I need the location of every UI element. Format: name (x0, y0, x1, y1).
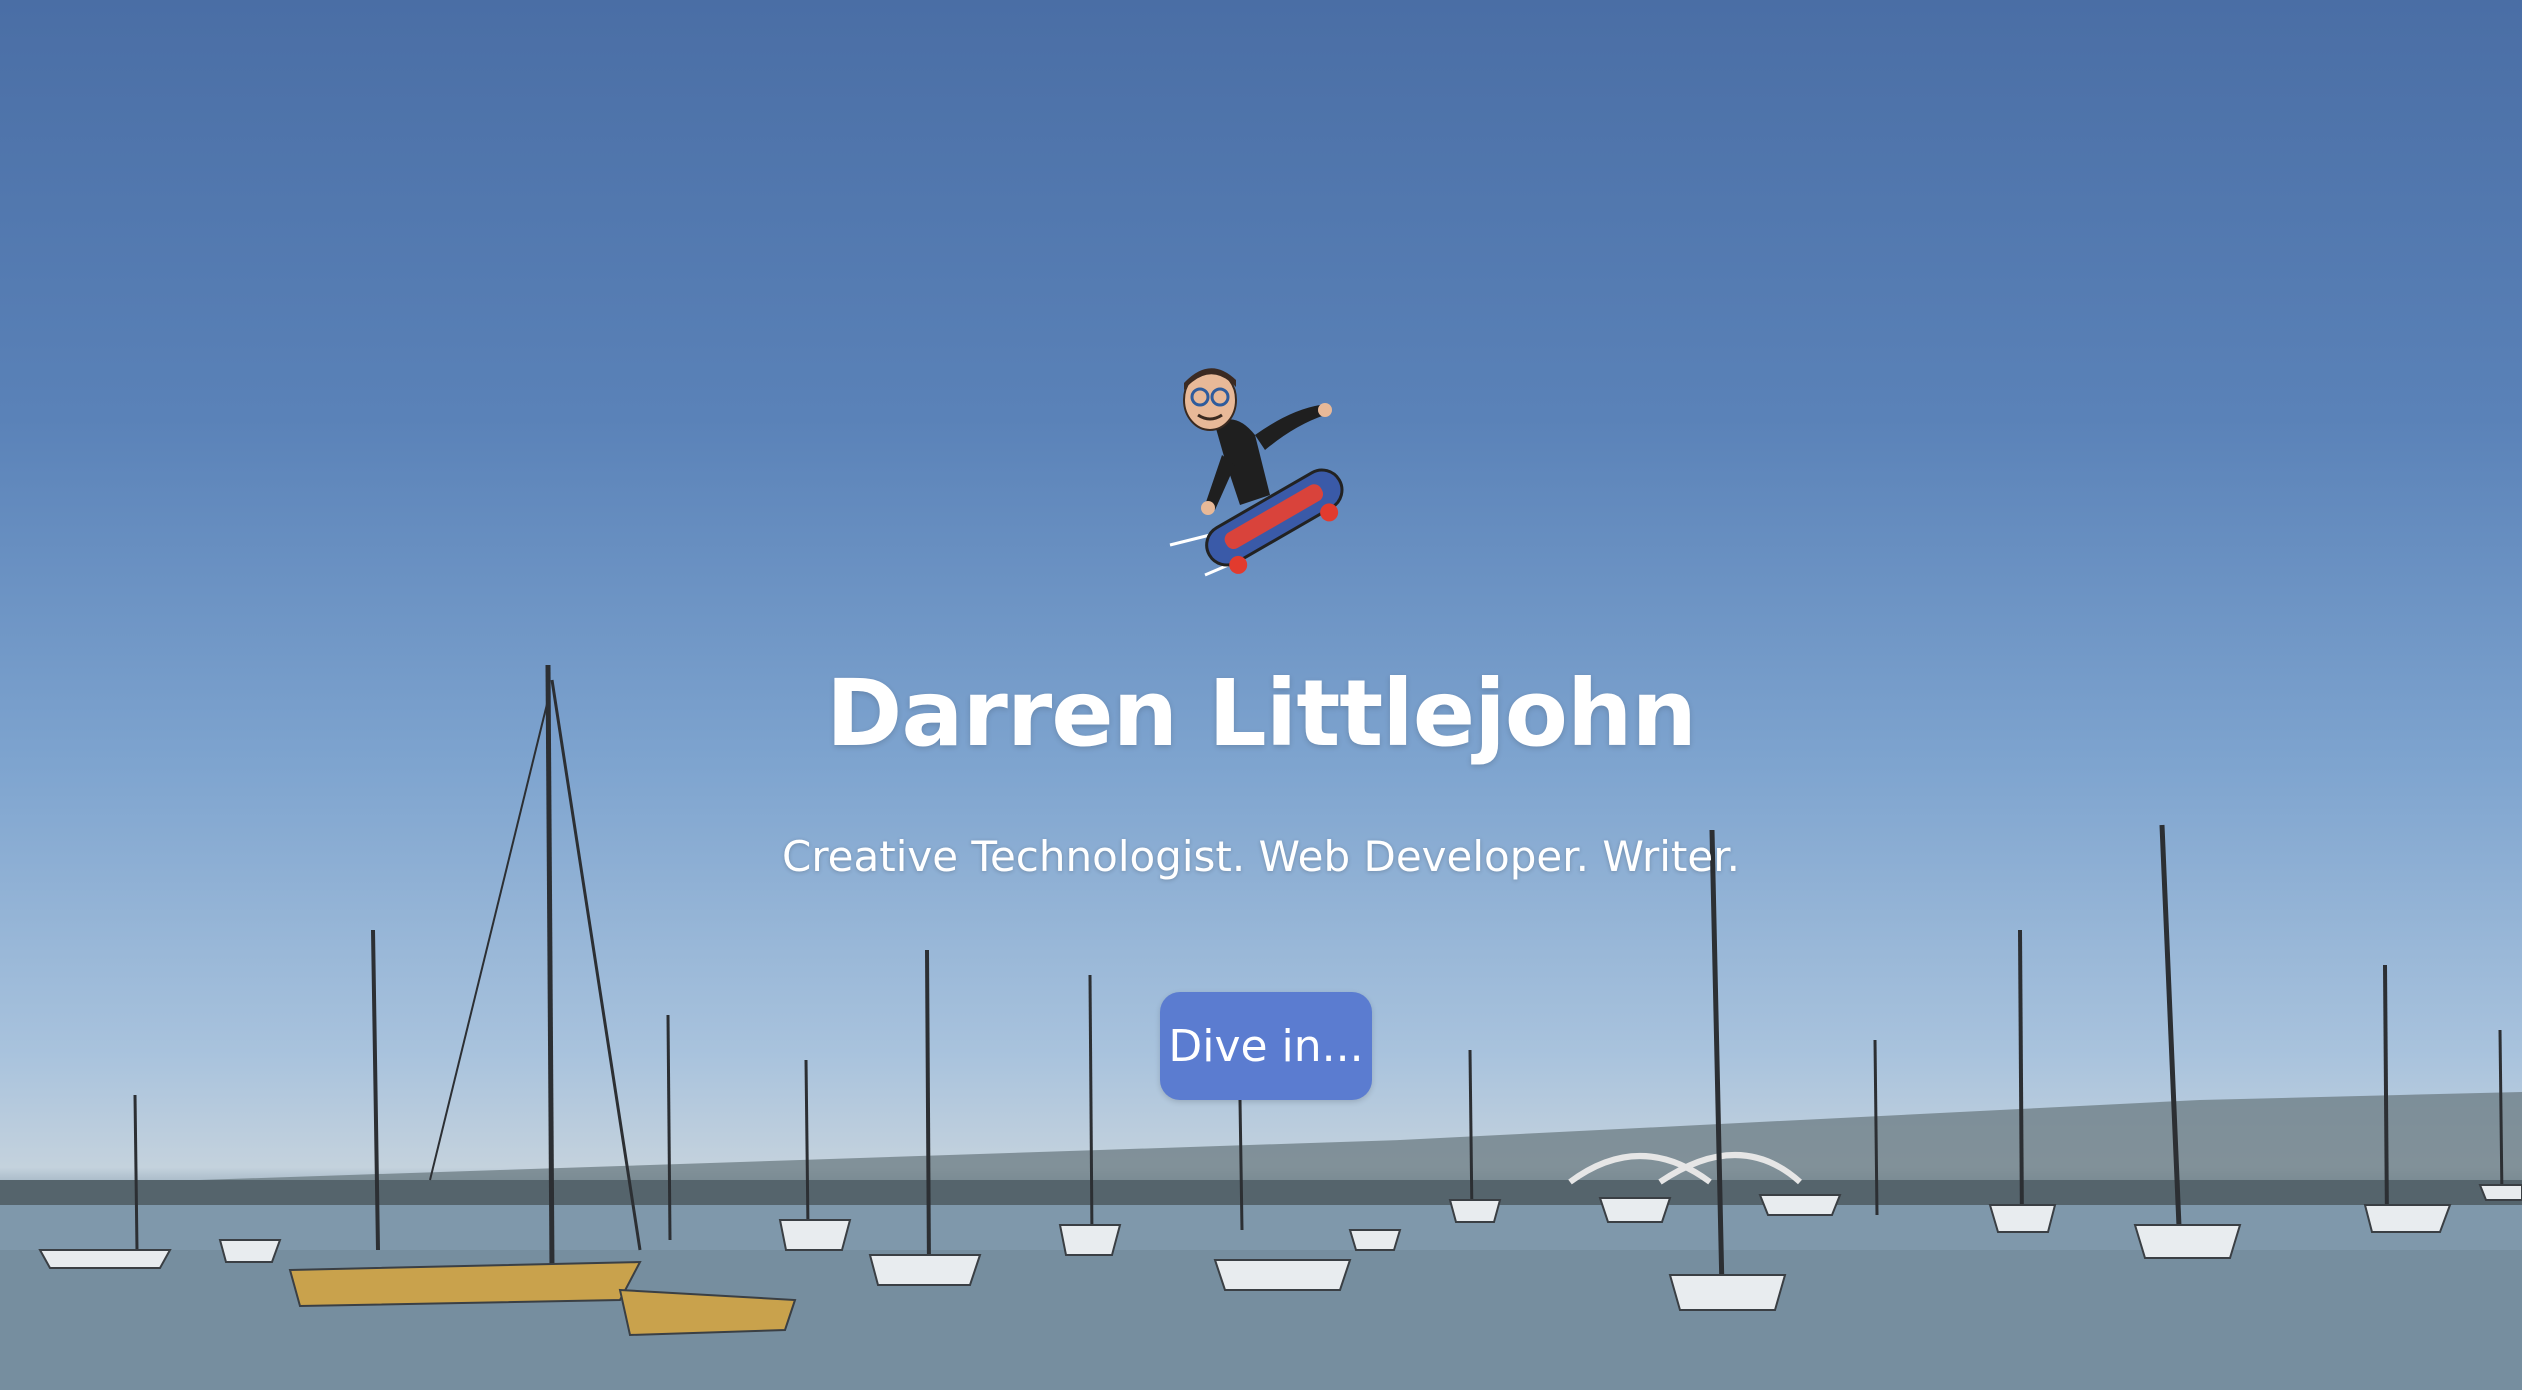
tagline: Creative Technologist. Web Developer. Wr… (782, 832, 1740, 881)
page-title: Darren Littlejohn (826, 660, 1697, 767)
skateboarding-avatar-icon (1169, 368, 1344, 577)
hero-content: Darren Littlejohn Creative Technologist.… (0, 0, 2522, 1390)
hero-section: Darren Littlejohn Creative Technologist.… (0, 0, 2522, 1390)
dive-in-button[interactable]: Dive in... (1160, 992, 1372, 1100)
